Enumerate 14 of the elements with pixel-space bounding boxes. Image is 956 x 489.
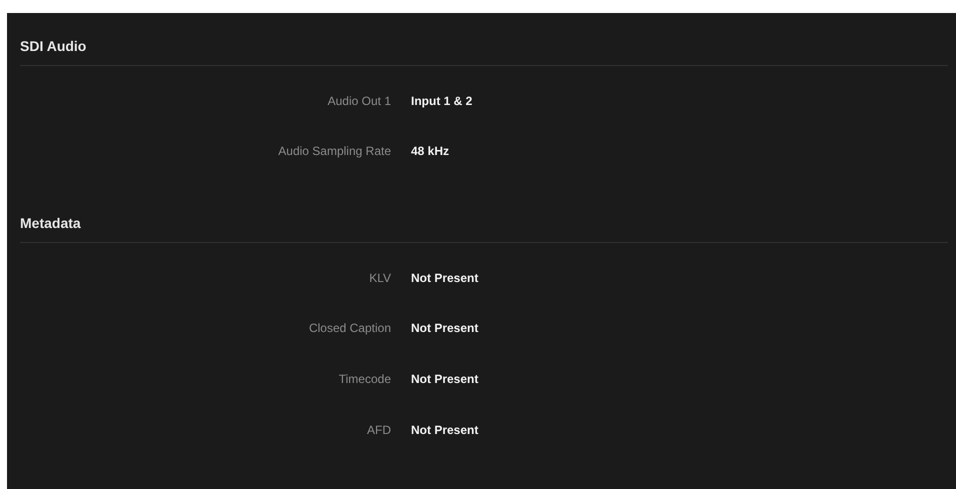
field-label: AFD: [367, 423, 391, 437]
field-value: Not Present: [411, 423, 478, 437]
field-label: Audio Out 1: [328, 94, 391, 108]
field-label: Audio Sampling Rate: [278, 144, 391, 158]
field-value: Not Present: [411, 271, 478, 285]
field-value: Not Present: [411, 372, 478, 386]
field-label: Timecode: [338, 372, 391, 386]
field-label: KLV: [369, 271, 391, 285]
field-value: 48 kHz: [411, 144, 450, 158]
section-title: SDI Audio: [20, 13, 948, 66]
field-label: Closed Caption: [308, 321, 391, 335]
field-value: Input 1 & 2: [411, 94, 472, 108]
section-title: Metadata: [20, 209, 948, 243]
field-value: Not Present: [411, 321, 478, 335]
